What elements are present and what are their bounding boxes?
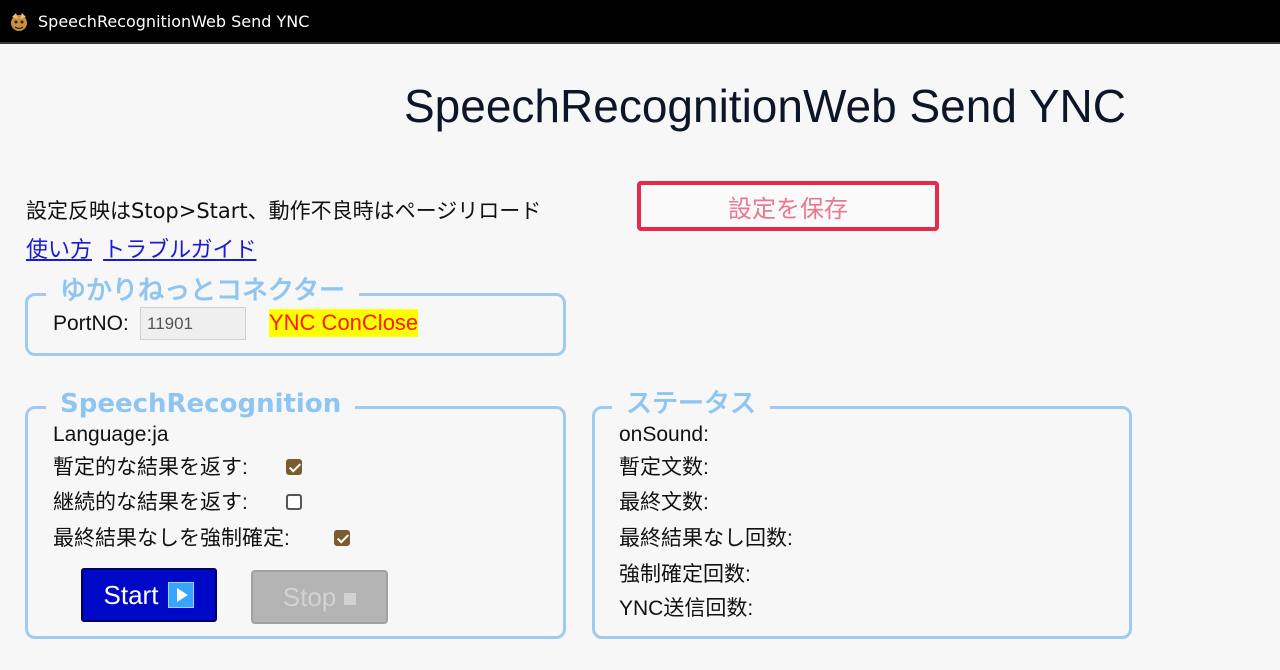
help-links: 使い方 トラブルガイド: [26, 238, 262, 264]
interim-results-label: 暫定的な結果を返す:: [53, 456, 248, 479]
force-final-checkbox[interactable]: [334, 530, 350, 546]
status-interim-count: 暫定文数:: [619, 456, 709, 479]
start-button[interactable]: Start: [81, 568, 217, 622]
speech-recognition-legend: SpeechRecognition: [46, 390, 356, 418]
port-label: PortNO:: [53, 312, 129, 335]
status-on-sound: onSound:: [619, 423, 709, 446]
continuous-results-label: 継続的な結果を返す:: [53, 491, 248, 514]
status-legend: ステータス: [612, 390, 771, 418]
force-final-label: 最終結果なしを強制確定:: [53, 527, 290, 550]
window-title: SpeechRecognitionWeb Send YNC: [38, 12, 310, 31]
status-ync-sent-count: YNC送信回数:: [619, 597, 754, 620]
ync-connector-legend: ゆかりねっとコネクター: [46, 277, 359, 305]
stop-button[interactable]: Stop: [251, 570, 388, 624]
save-settings-button[interactable]: 設定を保存: [637, 181, 939, 231]
stop-button-label: Stop: [282, 581, 337, 612]
settings-notice: 設定反映はStop>Start、動作不良時はページリロード: [26, 199, 542, 223]
language-label: Language:ja: [53, 423, 169, 446]
usage-link[interactable]: 使い方: [26, 238, 92, 263]
continuous-results-checkbox[interactable]: [286, 494, 302, 510]
port-number-input[interactable]: [140, 307, 246, 340]
stop-icon: [344, 593, 357, 605]
page-title: SpeechRecognitionWeb Send YNC: [404, 80, 1126, 132]
trouble-guide-link[interactable]: トラブルガイド: [103, 238, 256, 263]
window-titlebar: SpeechRecognitionWeb Send YNC: [0, 0, 1280, 44]
start-button-label: Start: [103, 579, 159, 610]
app-icon: [11, 13, 27, 31]
status-no-final-count: 最終結果なし回数:: [619, 527, 793, 550]
play-icon: [168, 582, 195, 608]
interim-results-checkbox[interactable]: [286, 459, 302, 475]
ync-connection-status: YNC ConClose: [269, 309, 419, 337]
status-final-count: 最終文数:: [619, 491, 709, 514]
status-forced-count: 強制確定回数:: [619, 563, 751, 586]
